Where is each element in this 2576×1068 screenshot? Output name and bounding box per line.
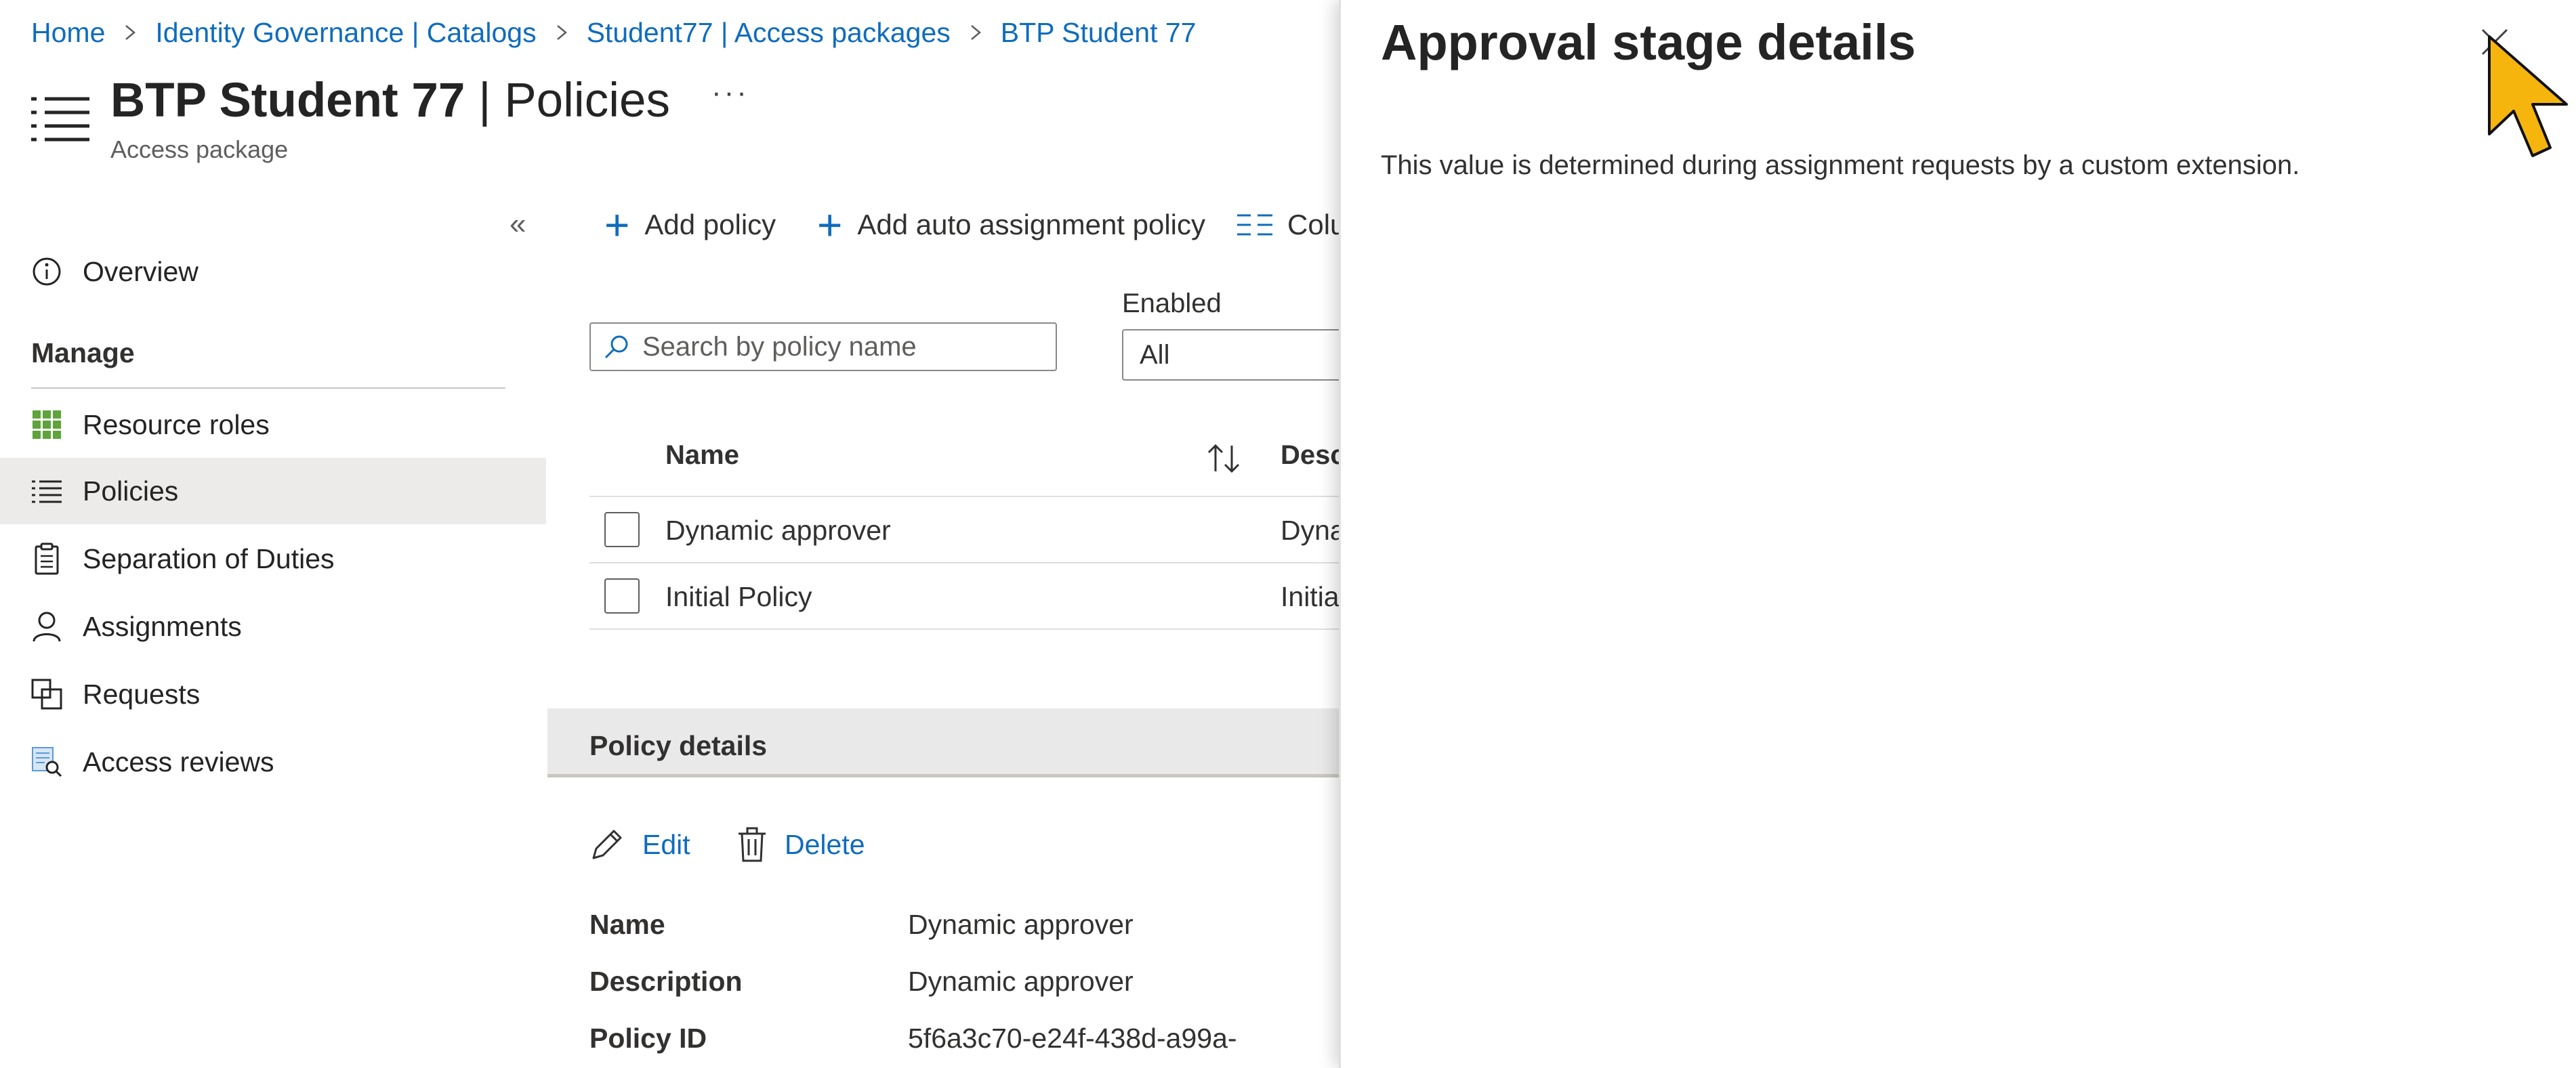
clipboard-icon (30, 542, 64, 576)
info-icon (30, 255, 64, 289)
collapse-nav-button[interactable]: « (510, 207, 526, 241)
page-title-name: BTP Student 77 (110, 74, 465, 127)
add-auto-assignment-policy-button[interactable]: + Add auto assignment policy (817, 203, 1205, 247)
page-title: BTP Student 77 | Policies (110, 70, 670, 131)
plus-icon: + (817, 200, 843, 249)
trash-icon (739, 827, 766, 862)
divider (589, 628, 1375, 630)
enabled-filter-select[interactable]: All (1122, 329, 1373, 381)
enabled-filter-value: All (1140, 339, 1170, 370)
columns-button[interactable]: Colu (1237, 203, 1346, 247)
table-cell-description: Dyna (1281, 515, 1346, 546)
divider (589, 562, 1375, 563)
delete-button[interactable]: Delete (737, 821, 865, 868)
column-header-description[interactable]: Desc (1281, 440, 1346, 471)
toolbar-label: Add auto assignment policy (857, 209, 1206, 240)
sidebar-item-access-reviews[interactable]: Access reviews (0, 729, 546, 795)
sort-icon[interactable] (1205, 442, 1243, 475)
sidebar-item-resource-roles[interactable]: Resource roles (0, 391, 546, 458)
page-subtitle: Access package (110, 135, 289, 163)
breadcrumb-catalogs[interactable]: Identity Governance | Catalogs (155, 17, 536, 49)
sidebar-item-requests[interactable]: Requests (0, 661, 546, 727)
breadcrumb-home[interactable]: Home (31, 17, 105, 49)
policy-details-title: Policy details (589, 730, 768, 761)
detail-label-policy-id: Policy ID (589, 1023, 707, 1054)
panel-title: Approval stage details (1381, 14, 1916, 70)
sidebar-item-label: Requests (83, 678, 201, 710)
table-cell-name[interactable]: Initial Policy (665, 581, 812, 613)
grid-icon (30, 408, 64, 442)
breadcrumb-package[interactable]: BTP Student 77 (1001, 17, 1197, 49)
toolbar-label: Add policy (644, 209, 776, 240)
row-checkbox[interactable] (604, 512, 640, 547)
table-cell-description: Initia (1281, 581, 1339, 612)
toolbar-label: Colu (1287, 209, 1346, 240)
divider (589, 496, 1375, 497)
sidebar-item-policies[interactable]: Policies (0, 458, 546, 524)
search-placeholder: Search by policy name (642, 331, 917, 362)
list-icon (30, 474, 64, 508)
plus-icon: + (604, 200, 630, 249)
sidebar-item-label: Separation of Duties (83, 542, 335, 574)
detail-value-policy-id: 5f6a3c70-e24f-438d-a99a- (908, 1023, 1237, 1054)
detail-label-description: Description (589, 966, 743, 997)
chevron-right-icon (970, 25, 981, 40)
sidebar-item-label: Policies (83, 475, 179, 507)
access-review-icon (30, 745, 64, 779)
sidebar-item-separation-of-duties[interactable]: Separation of Duties (0, 526, 546, 592)
delete-label: Delete (785, 828, 865, 860)
mouse-pointer-icon (2488, 35, 2568, 157)
page-title-section: Policies (504, 74, 670, 127)
sidebar-item-label: Assignments (83, 610, 242, 642)
row-checkbox[interactable] (604, 578, 640, 614)
person-icon (30, 610, 64, 643)
add-policy-button[interactable]: + Add policy (604, 203, 776, 247)
more-options-button[interactable]: ··· (711, 76, 749, 110)
sidebar-item-label: Overview (83, 255, 199, 287)
edit-button[interactable]: Edit (589, 821, 690, 868)
pencil-icon (592, 830, 622, 859)
page-title-separator: | (478, 74, 491, 127)
chevron-right-icon (125, 25, 136, 40)
sidebar-item-label: Resource roles (83, 408, 270, 440)
sidebar-item-overview[interactable]: Overview (0, 238, 546, 305)
policies-list-icon (31, 97, 89, 142)
sidebar-item-assignments[interactable]: Assignments (0, 593, 546, 660)
requests-icon (30, 677, 64, 711)
search-input[interactable]: Search by policy name (589, 322, 1057, 371)
columns-icon (1237, 214, 1272, 236)
detail-value-description: Dynamic approver (908, 966, 1134, 997)
breadcrumb-access-packages[interactable]: Student77 | Access packages (587, 17, 951, 49)
search-icon (604, 335, 628, 359)
detail-label-name: Name (589, 909, 665, 940)
detail-value-name: Dynamic approver (908, 909, 1134, 940)
divider (31, 387, 505, 389)
column-header-name[interactable]: Name (665, 440, 739, 471)
table-cell-name[interactable]: Dynamic approver (665, 515, 891, 547)
edit-label: Edit (642, 828, 690, 860)
panel-message: This value is determined during assignme… (1381, 150, 2300, 180)
sidebar-item-label: Access reviews (83, 746, 274, 777)
manage-section-label: Manage (31, 337, 135, 368)
enabled-filter-label: Enabled (1122, 289, 1222, 318)
breadcrumb: Home Identity Governance | Catalogs Stud… (31, 12, 1196, 53)
chevron-right-icon (556, 25, 567, 40)
